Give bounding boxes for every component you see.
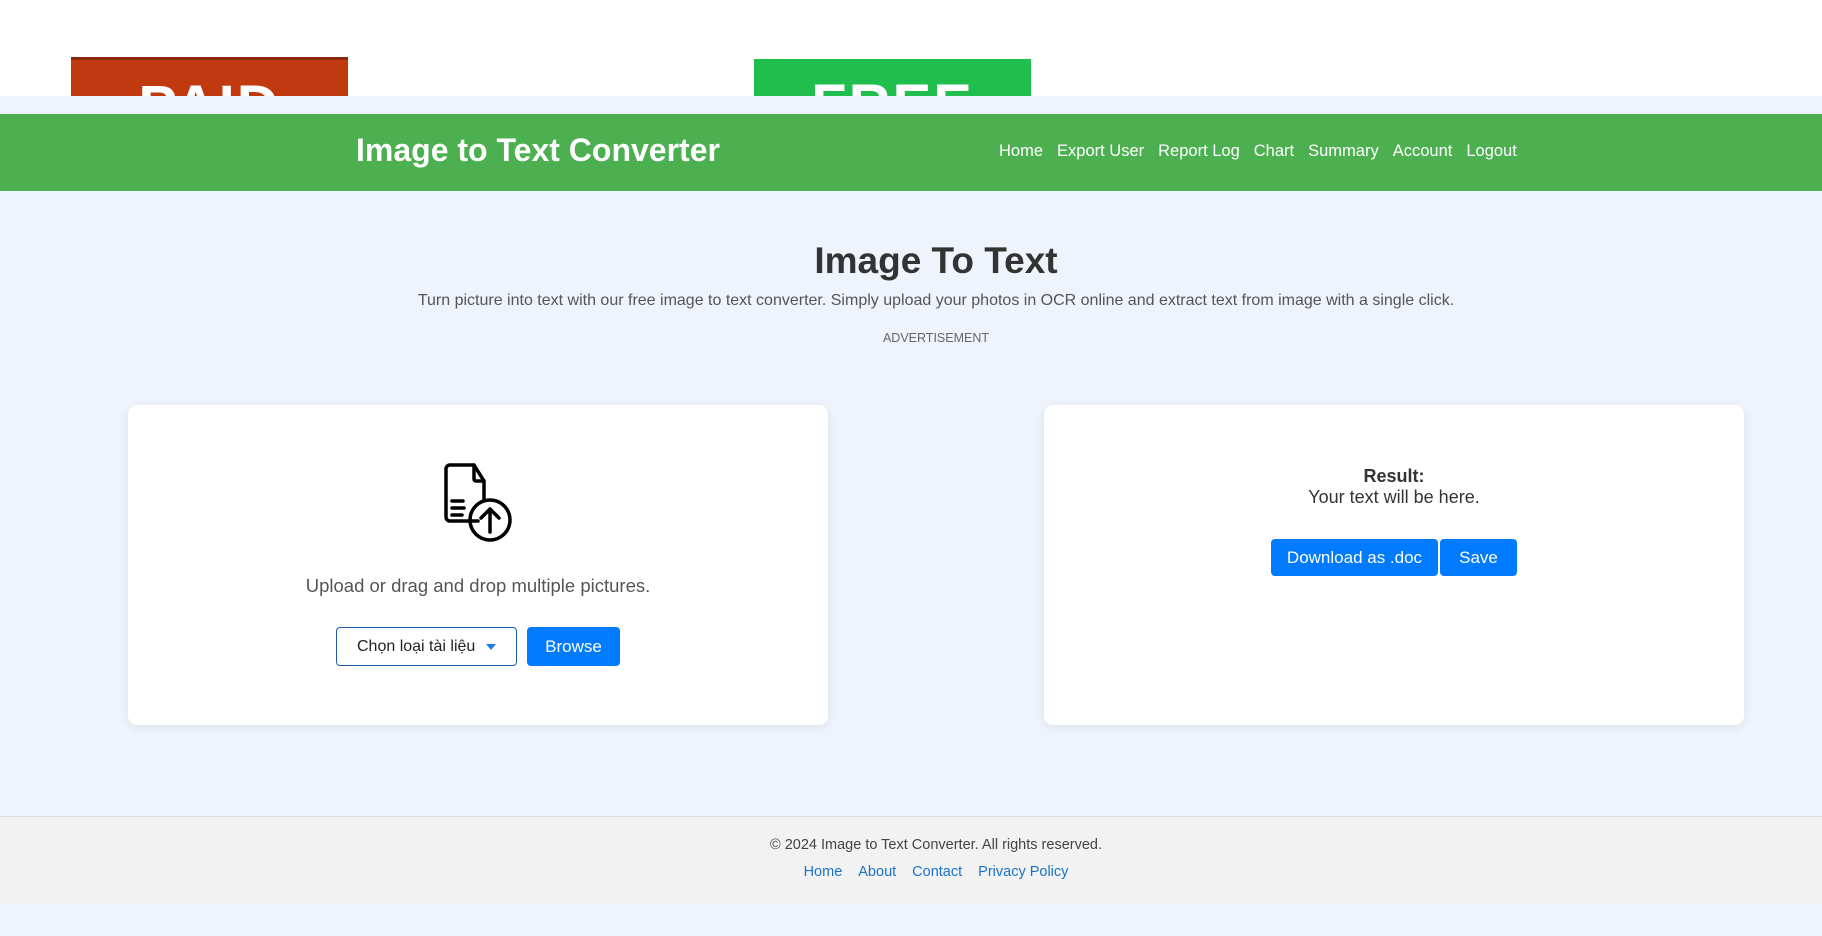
- footer-link-home[interactable]: Home: [804, 864, 843, 880]
- upload-card[interactable]: Upload or drag and drop multiple picture…: [128, 405, 828, 725]
- ad-banner-strip: PAID FREE: [0, 0, 1822, 96]
- free-ad-image[interactable]: FREE: [754, 59, 1031, 96]
- nav-home[interactable]: Home: [999, 142, 1043, 161]
- document-type-select[interactable]: Chọn loại tài liệu: [336, 627, 517, 666]
- paid-ad-image[interactable]: PAID: [71, 57, 348, 96]
- nav-summary[interactable]: Summary: [1308, 142, 1379, 161]
- upload-instructions: Upload or drag and drop multiple picture…: [305, 575, 651, 596]
- footer-link-contact[interactable]: Contact: [912, 864, 962, 880]
- result-text: Your text will be here.: [1308, 487, 1480, 507]
- caret-down-icon: [486, 643, 497, 650]
- file-upload-icon: [444, 463, 512, 542]
- top-navbar: Image to Text Converter Home Export User…: [0, 114, 1822, 191]
- document-type-value: Chọn loại tài liệu: [357, 637, 476, 655]
- paid-ad-text: PAID: [138, 74, 280, 97]
- copyright-text: © 2024 Image to Text Converter. All righ…: [770, 837, 1102, 853]
- main-nav: Home Export User Report Log Chart Summar…: [999, 142, 1517, 161]
- footer-link-privacy[interactable]: Privacy Policy: [978, 864, 1068, 880]
- advertisement-label: ADVERTISEMENT: [882, 331, 990, 345]
- site-title[interactable]: Image to Text Converter: [356, 132, 720, 169]
- nav-report-log[interactable]: Report Log: [1158, 142, 1240, 161]
- save-button[interactable]: Save: [1440, 539, 1517, 576]
- page-subtitle: Turn picture into text with our free ima…: [417, 292, 1455, 309]
- result-card: Result: Your text will be here. Download…: [1044, 405, 1744, 725]
- footer-link-about[interactable]: About: [858, 864, 896, 880]
- nav-chart[interactable]: Chart: [1254, 142, 1294, 161]
- footer: © 2024 Image to Text Converter. All righ…: [0, 816, 1822, 903]
- page-title: Image To Text: [814, 240, 1058, 281]
- free-ad-text: FREE: [811, 73, 974, 97]
- nav-account[interactable]: Account: [1393, 142, 1453, 161]
- result-label: Result:: [1363, 466, 1425, 486]
- browse-button[interactable]: Browse: [527, 627, 620, 666]
- download-doc-button[interactable]: Download as .doc: [1271, 539, 1438, 576]
- footer-links: Home About Contact Privacy Policy: [0, 864, 1822, 880]
- nav-export-user[interactable]: Export User: [1057, 142, 1144, 161]
- nav-logout[interactable]: Logout: [1466, 142, 1516, 161]
